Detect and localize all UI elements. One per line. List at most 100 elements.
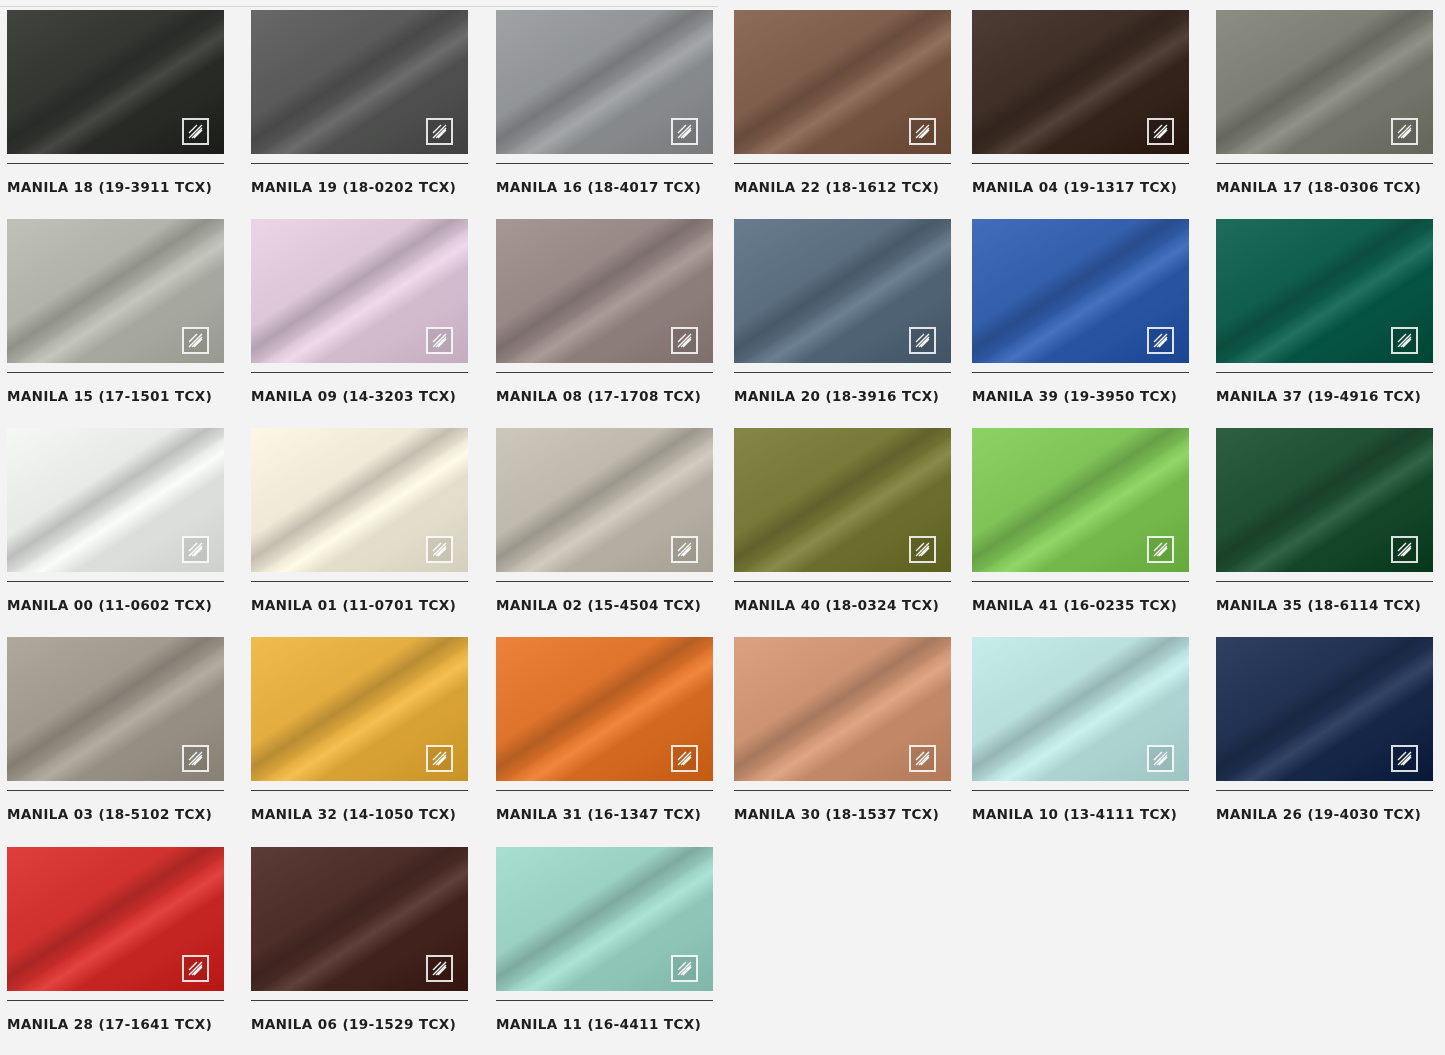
swatch-card[interactable]: MANILA 19 (18-0202 TCX) — [251, 10, 468, 210]
fabric-swatch-image[interactable] — [7, 219, 224, 363]
texture-zoom-icon[interactable] — [1147, 745, 1174, 772]
fabric-swatch-image[interactable] — [972, 219, 1189, 363]
fabric-swatch-image[interactable] — [251, 637, 468, 781]
swatch-divider — [1216, 163, 1433, 164]
fabric-swatch-image[interactable] — [496, 847, 713, 991]
swatch-divider — [7, 372, 224, 373]
fabric-swatch-image[interactable] — [251, 10, 468, 154]
swatch-card[interactable]: MANILA 03 (18-5102 TCX) — [7, 637, 224, 837]
texture-zoom-icon[interactable] — [671, 745, 698, 772]
texture-zoom-icon[interactable] — [1391, 536, 1418, 563]
fabric-swatch-image[interactable] — [496, 428, 713, 572]
fabric-swatch-image[interactable] — [734, 428, 951, 572]
swatch-divider — [1216, 790, 1433, 791]
fabric-swatch-image[interactable] — [496, 637, 713, 781]
swatch-card[interactable]: MANILA 10 (13-4111 TCX) — [972, 637, 1189, 837]
swatch-divider — [496, 581, 713, 582]
swatch-card[interactable]: MANILA 30 (18-1537 TCX) — [734, 637, 951, 837]
swatch-card[interactable]: MANILA 02 (15-4504 TCX) — [496, 428, 713, 628]
swatch-label: MANILA 20 (18-3916 TCX) — [734, 389, 940, 405]
swatch-card[interactable]: MANILA 35 (18-6114 TCX) — [1216, 428, 1433, 628]
swatch-card[interactable]: MANILA 16 (18-4017 TCX) — [496, 10, 713, 210]
swatch-label: MANILA 01 (11-0701 TCX) — [251, 598, 457, 614]
texture-zoom-icon[interactable] — [426, 327, 453, 354]
swatch-divider — [972, 163, 1189, 164]
swatch-card[interactable]: MANILA 26 (19-4030 TCX) — [1216, 637, 1433, 837]
swatch-card[interactable]: MANILA 40 (18-0324 TCX) — [734, 428, 951, 628]
texture-zoom-icon[interactable] — [909, 536, 936, 563]
texture-zoom-icon[interactable] — [426, 955, 453, 982]
texture-zoom-icon[interactable] — [671, 118, 698, 145]
swatch-divider — [251, 581, 468, 582]
swatch-card[interactable]: MANILA 01 (11-0701 TCX) — [251, 428, 468, 628]
swatch-card[interactable]: MANILA 18 (19-3911 TCX) — [7, 10, 224, 210]
swatch-label: MANILA 09 (14-3203 TCX) — [251, 389, 457, 405]
swatch-card[interactable]: MANILA 08 (17-1708 TCX) — [496, 219, 713, 419]
texture-zoom-icon[interactable] — [426, 536, 453, 563]
texture-zoom-icon[interactable] — [182, 327, 209, 354]
fabric-swatch-image[interactable] — [7, 428, 224, 572]
swatch-card[interactable]: MANILA 15 (17-1501 TCX) — [7, 219, 224, 419]
texture-zoom-icon[interactable] — [182, 118, 209, 145]
swatch-label: MANILA 02 (15-4504 TCX) — [496, 598, 702, 614]
fabric-swatch-image[interactable] — [7, 847, 224, 991]
swatch-divider — [7, 790, 224, 791]
texture-zoom-icon[interactable] — [1147, 536, 1174, 563]
texture-zoom-icon[interactable] — [182, 536, 209, 563]
swatch-label: MANILA 16 (18-4017 TCX) — [496, 180, 702, 196]
swatch-label: MANILA 40 (18-0324 TCX) — [734, 598, 940, 614]
texture-zoom-icon[interactable] — [1147, 118, 1174, 145]
fabric-swatch-image[interactable] — [7, 637, 224, 781]
swatch-card[interactable]: MANILA 04 (19-1317 TCX) — [972, 10, 1189, 210]
swatch-divider — [734, 790, 951, 791]
texture-zoom-icon[interactable] — [671, 327, 698, 354]
swatch-label: MANILA 08 (17-1708 TCX) — [496, 389, 702, 405]
swatch-card[interactable]: MANILA 17 (18-0306 TCX) — [1216, 10, 1433, 210]
swatch-card[interactable]: MANILA 06 (19-1529 TCX) — [251, 847, 468, 1047]
swatch-card[interactable]: MANILA 09 (14-3203 TCX) — [251, 219, 468, 419]
texture-zoom-icon[interactable] — [426, 745, 453, 772]
fabric-swatch-image[interactable] — [972, 637, 1189, 781]
fabric-swatch-image[interactable] — [251, 219, 468, 363]
swatch-card[interactable]: MANILA 39 (19-3950 TCX) — [972, 219, 1189, 419]
fabric-swatch-image[interactable] — [972, 428, 1189, 572]
fabric-swatch-image[interactable] — [7, 10, 224, 154]
texture-zoom-icon[interactable] — [1391, 327, 1418, 354]
fabric-swatch-image[interactable] — [1216, 428, 1433, 572]
swatch-card[interactable]: MANILA 11 (16-4411 TCX) — [496, 847, 713, 1047]
fabric-swatch-image[interactable] — [1216, 637, 1433, 781]
texture-zoom-icon[interactable] — [1391, 745, 1418, 772]
fabric-swatch-image[interactable] — [496, 219, 713, 363]
texture-zoom-icon[interactable] — [909, 327, 936, 354]
swatch-divider — [734, 581, 951, 582]
fabric-swatch-image[interactable] — [251, 428, 468, 572]
texture-zoom-icon[interactable] — [1391, 118, 1418, 145]
fabric-swatch-image[interactable] — [496, 10, 713, 154]
texture-zoom-icon[interactable] — [909, 118, 936, 145]
swatch-label: MANILA 41 (16-0235 TCX) — [972, 598, 1178, 614]
swatch-card[interactable]: MANILA 28 (17-1641 TCX) — [7, 847, 224, 1047]
fabric-swatch-image[interactable] — [1216, 10, 1433, 154]
texture-zoom-icon[interactable] — [1147, 327, 1174, 354]
texture-zoom-icon[interactable] — [671, 955, 698, 982]
swatch-card[interactable]: MANILA 37 (19-4916 TCX) — [1216, 219, 1433, 419]
texture-zoom-icon[interactable] — [671, 536, 698, 563]
texture-zoom-icon[interactable] — [182, 745, 209, 772]
swatch-card[interactable]: MANILA 22 (18-1612 TCX) — [734, 10, 951, 210]
texture-zoom-icon[interactable] — [182, 955, 209, 982]
fabric-swatch-image[interactable] — [251, 847, 468, 991]
fabric-swatch-image[interactable] — [1216, 219, 1433, 363]
fabric-swatch-image[interactable] — [734, 10, 951, 154]
swatch-card[interactable]: MANILA 20 (18-3916 TCX) — [734, 219, 951, 419]
swatch-card[interactable]: MANILA 00 (11-0602 TCX) — [7, 428, 224, 628]
swatch-label: MANILA 04 (19-1317 TCX) — [972, 180, 1178, 196]
fabric-swatch-image[interactable] — [734, 637, 951, 781]
swatch-card[interactable]: MANILA 31 (16-1347 TCX) — [496, 637, 713, 837]
fabric-swatch-image[interactable] — [734, 219, 951, 363]
texture-zoom-icon[interactable] — [909, 745, 936, 772]
texture-zoom-icon[interactable] — [426, 118, 453, 145]
swatch-card[interactable]: MANILA 32 (14-1050 TCX) — [251, 637, 468, 837]
swatch-divider — [734, 163, 951, 164]
swatch-card[interactable]: MANILA 41 (16-0235 TCX) — [972, 428, 1189, 628]
fabric-swatch-image[interactable] — [972, 10, 1189, 154]
